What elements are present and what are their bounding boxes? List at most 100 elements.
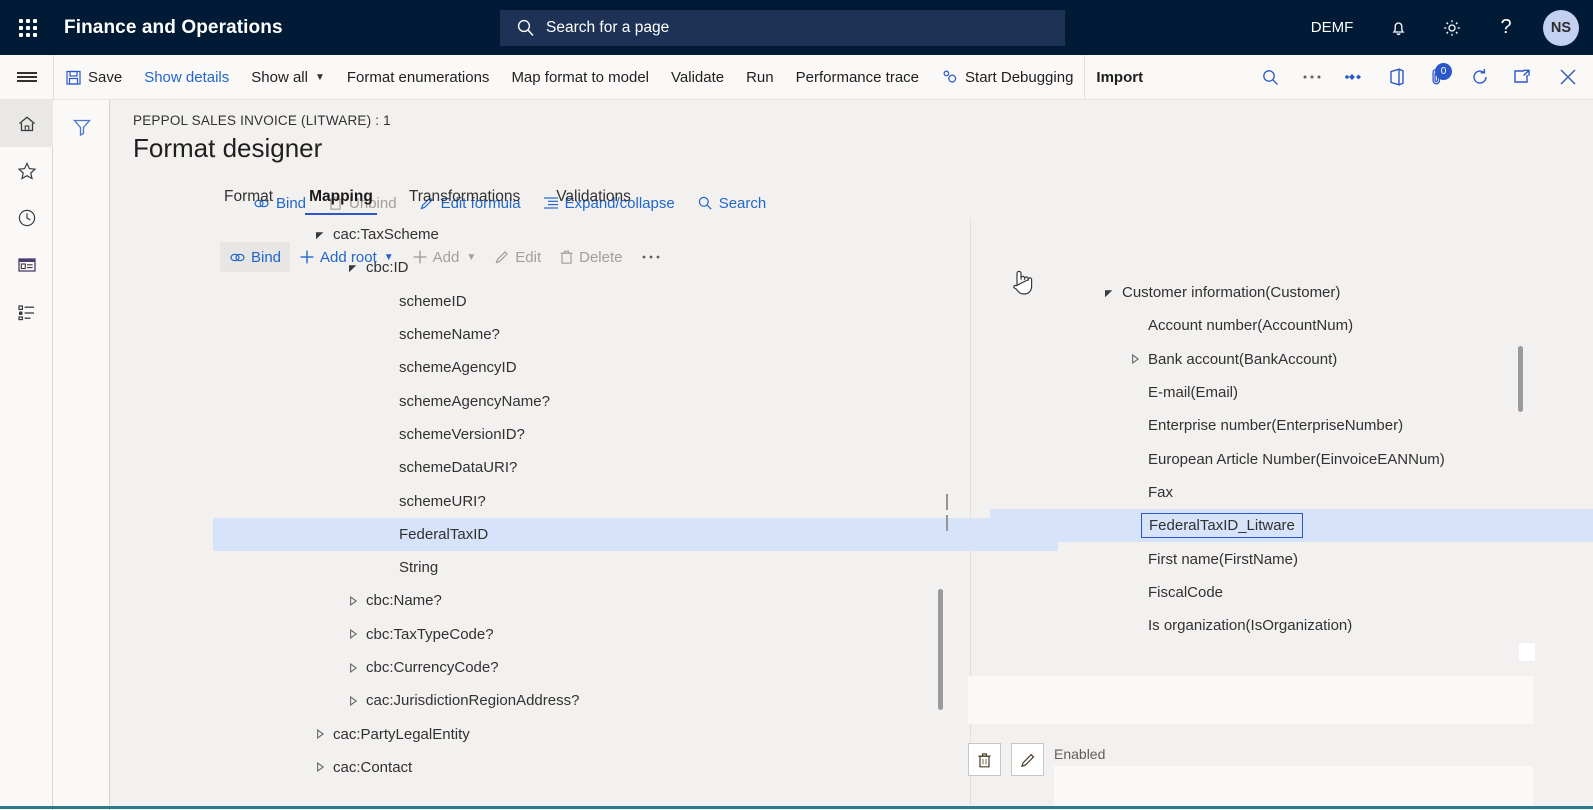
- tree-row[interactable]: schemeURI?: [213, 484, 1058, 517]
- top-navigation-bar: Finance and Operations Search for a page…: [0, 0, 1593, 55]
- enabled-field[interactable]: [1054, 766, 1533, 806]
- sidebar-item-modules[interactable]: [0, 288, 53, 335]
- detail-edit-button[interactable]: [1011, 743, 1044, 776]
- tree-row[interactable]: FiscalCode: [990, 576, 1593, 609]
- sidebar-item-recent[interactable]: [0, 194, 53, 241]
- triangle-right-icon[interactable]: [342, 662, 364, 673]
- save-button[interactable]: Save: [54, 55, 133, 99]
- triangle-down-icon[interactable]: [1098, 288, 1120, 298]
- mapping-edit-button: Edit: [485, 242, 550, 272]
- mapping-edit-label: Edit: [515, 248, 542, 266]
- tree-row[interactable]: Account number(AccountNum): [990, 309, 1593, 342]
- tree-row[interactable]: Bank account(BankAccount): [990, 343, 1593, 376]
- tree-row[interactable]: European Article Number(EinvoiceEANNum): [990, 442, 1593, 475]
- tree-row[interactable]: cac:Contact: [213, 751, 1058, 784]
- tree-row[interactable]: First name(FirstName): [990, 542, 1593, 575]
- open-in-new-window-icon[interactable]: [1501, 55, 1543, 99]
- tree-row[interactable]: cbc:CurrencyCode?: [213, 651, 1058, 684]
- search-button[interactable]: Search: [686, 188, 778, 218]
- refresh-icon[interactable]: [1459, 55, 1501, 99]
- tree-row[interactable]: schemeID: [213, 285, 1058, 318]
- mapping-bind-label: Bind: [251, 248, 282, 266]
- performance-trace-button[interactable]: Performance trace: [785, 55, 930, 99]
- triangle-right-icon[interactable]: [342, 629, 364, 640]
- tree-row-label: schemeName?: [399, 326, 500, 344]
- mapping-overflow-button[interactable]: [631, 242, 671, 272]
- share-icon[interactable]: [1333, 55, 1375, 99]
- format-tree[interactable]: cac:TaxScheme cbc:ID schemeID schemeName? sc…: [213, 218, 1058, 784]
- hamburger-icon[interactable]: [0, 55, 53, 99]
- question-mark-icon[interactable]: ?: [1479, 0, 1533, 55]
- run-button[interactable]: Run: [735, 55, 785, 99]
- mapping-toolbar: Bind Add root ▼ Add ▼ Edit Delete: [220, 242, 671, 272]
- triangle-down-icon[interactable]: [309, 230, 331, 240]
- avatar[interactable]: NS: [1543, 9, 1579, 46]
- triangle-right-icon[interactable]: [309, 762, 331, 773]
- search-icon[interactable]: [1249, 55, 1291, 99]
- tree-row[interactable]: Fax: [990, 476, 1593, 509]
- bell-icon[interactable]: [1371, 0, 1425, 55]
- tab-transformations[interactable]: Transformations: [391, 188, 538, 215]
- clock-icon: [16, 207, 38, 229]
- tree-row[interactable]: schemeVersionID?: [213, 418, 1058, 451]
- office-icon[interactable]: [1375, 55, 1417, 99]
- mapping-tree[interactable]: Customer information(Customer) Account nu…: [990, 276, 1593, 642]
- app-launcher-icon[interactable]: [0, 0, 56, 55]
- add-root-button[interactable]: Add root ▼: [290, 242, 403, 272]
- filter-icon[interactable]: [53, 110, 110, 144]
- mapping-bind-button[interactable]: Bind: [220, 242, 291, 272]
- triangle-right-icon[interactable]: [342, 595, 364, 606]
- panel-splitter[interactable]: [946, 494, 952, 531]
- tree-row[interactable]: String: [213, 551, 1058, 584]
- tree-row[interactable]: FederalTaxID: [213, 517, 1058, 551]
- tree-row[interactable]: cac:PartyLegalEntity: [213, 717, 1058, 750]
- tree-row[interactable]: cbc:TaxTypeCode?: [213, 618, 1058, 651]
- tree-row[interactable]: cbc:Name?: [213, 584, 1058, 617]
- top-right-actions: DEMF ? NS: [1293, 0, 1593, 55]
- attachment-icon[interactable]: 0: [1417, 55, 1459, 99]
- mapping-tree-scrollbar[interactable]: [1518, 346, 1523, 412]
- validate-button[interactable]: Validate: [660, 55, 735, 99]
- workspaces-icon: [16, 255, 38, 275]
- tree-row[interactable]: FederalTaxID_Litware: [990, 509, 1593, 543]
- sidebar-item-favorites[interactable]: [0, 147, 53, 194]
- tree-row[interactable]: Enterprise number(EnterpriseNumber): [990, 409, 1593, 442]
- tab-format[interactable]: Format: [206, 188, 291, 215]
- tree-row[interactable]: cac:JurisdictionRegionAddress?: [213, 684, 1058, 717]
- triangle-right-icon[interactable]: [342, 695, 364, 706]
- tree-row[interactable]: Is organization(IsOrganization): [990, 609, 1593, 642]
- tree-row-label: String: [399, 559, 439, 577]
- tab-mapping[interactable]: Mapping: [291, 188, 391, 215]
- triangle-right-icon[interactable]: [1124, 354, 1146, 365]
- import-button[interactable]: Import: [1085, 55, 1154, 99]
- tree-row-label: schemeDataURI?: [399, 459, 518, 477]
- close-icon[interactable]: [1543, 55, 1593, 99]
- triangle-right-icon[interactable]: [309, 729, 331, 740]
- format-tree-scrollbar[interactable]: [938, 589, 943, 710]
- tree-row[interactable]: schemeName?: [213, 318, 1058, 351]
- tree-row[interactable]: schemeAgencyID: [213, 351, 1058, 384]
- tree-row[interactable]: schemeAgencyName?: [213, 384, 1058, 417]
- company-selector[interactable]: DEMF: [1293, 0, 1371, 55]
- start-debugging-button[interactable]: Start Debugging: [930, 55, 1084, 99]
- tree-row[interactable]: Customer information(Customer): [990, 276, 1593, 309]
- tab-validations[interactable]: Validations: [538, 188, 649, 215]
- tree-row[interactable]: E-mail(Email): [990, 376, 1593, 409]
- search-label: Search: [718, 194, 767, 212]
- filter-column: [53, 100, 110, 810]
- tree-row-label: E-mail(Email): [1148, 384, 1238, 402]
- show-all-button[interactable]: Show all ▼: [240, 55, 336, 99]
- add-label: Add: [432, 248, 460, 266]
- detail-delete-button[interactable]: [968, 743, 1001, 776]
- ellipsis-icon[interactable]: [1291, 55, 1333, 99]
- show-details-button[interactable]: Show details: [133, 55, 240, 99]
- tree-row[interactable]: schemeDataURI?: [213, 451, 1058, 484]
- map-format-to-model-button[interactable]: Map format to model: [500, 55, 660, 99]
- gear-icon[interactable]: [1425, 0, 1479, 55]
- sidebar-item-workspaces[interactable]: [0, 241, 53, 288]
- mapping-tabs: Format Mapping Transformations Validatio…: [206, 188, 649, 215]
- format-enumerations-button[interactable]: Format enumerations: [336, 55, 501, 99]
- global-search-box[interactable]: Search for a page: [500, 10, 1065, 46]
- mapping-resize-handle[interactable]: [1519, 643, 1535, 661]
- sidebar-item-home[interactable]: [0, 100, 53, 147]
